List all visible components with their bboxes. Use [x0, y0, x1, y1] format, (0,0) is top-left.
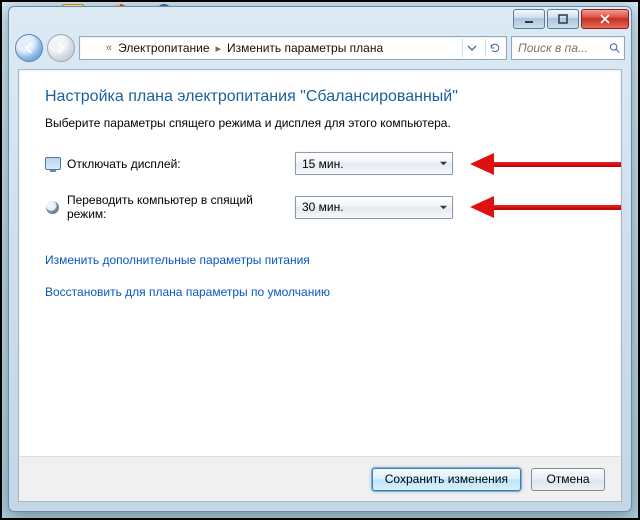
refresh-button[interactable]	[485, 39, 504, 57]
sleep-value: 30 мин.	[302, 200, 434, 214]
address-bar[interactable]: « Электропитание ▸ Изменить параметры пл…	[79, 36, 507, 60]
navigation-bar: « Электропитание ▸ Изменить параметры пл…	[9, 31, 631, 65]
breadcrumb-parent[interactable]: Электропитание	[118, 41, 209, 55]
refresh-icon	[489, 42, 501, 54]
search-input[interactable]	[516, 40, 605, 56]
back-button[interactable]	[15, 34, 43, 62]
moon-icon	[45, 199, 61, 215]
titlebar	[9, 7, 631, 31]
links-block: Изменить дополнительные параметры питани…	[45, 245, 595, 299]
content-inner: Настройка плана электропитания "Сбаланси…	[19, 70, 621, 456]
save-button[interactable]: Сохранить изменения	[372, 468, 521, 491]
maximize-button[interactable]	[547, 9, 579, 29]
desktop-background: « Электропитание ▸ Изменить параметры пл…	[0, 0, 640, 520]
close-icon	[600, 14, 610, 24]
cancel-button[interactable]: Отмена	[531, 468, 605, 491]
chevron-double-left-icon: «	[104, 42, 114, 54]
annotation-arrow	[470, 197, 621, 217]
chevron-right-icon: ▸	[214, 42, 224, 55]
display-off-label: Отключать дисплей:	[67, 157, 181, 171]
forward-button[interactable]	[47, 34, 75, 62]
minimize-icon	[524, 14, 534, 24]
chevron-down-icon	[467, 43, 477, 53]
address-dropdown-button[interactable]	[462, 39, 481, 57]
monitor-icon	[45, 156, 61, 172]
close-button[interactable]	[581, 9, 629, 29]
content-panel: Настройка плана электропитания "Сбаланси…	[18, 69, 622, 502]
display-off-dropdown[interactable]: 15 мин.	[295, 152, 453, 175]
annotation-arrow	[470, 154, 621, 174]
setting-row-sleep: Переводить компьютер в спящий режим: 30 …	[45, 193, 595, 221]
footer-bar: Сохранить изменения Отмена	[19, 456, 621, 501]
chevron-down-icon	[434, 153, 452, 174]
restore-defaults-link[interactable]: Восстановить для плана параметры по умол…	[45, 285, 330, 299]
explorer-window: « Электропитание ▸ Изменить параметры пл…	[8, 6, 632, 512]
arrow-right-icon	[54, 41, 68, 55]
sleep-label: Переводить компьютер в спящий режим:	[67, 193, 295, 221]
sleep-dropdown[interactable]: 30 мин.	[295, 196, 453, 219]
search-box[interactable]	[511, 36, 625, 60]
advanced-settings-link[interactable]: Изменить дополнительные параметры питани…	[45, 253, 310, 267]
minimize-button[interactable]	[513, 9, 545, 29]
maximize-icon	[558, 14, 568, 24]
chevron-down-icon	[434, 197, 452, 218]
search-icon	[609, 41, 620, 55]
arrow-left-icon	[22, 41, 36, 55]
breadcrumb-current[interactable]: Изменить параметры плана	[227, 41, 383, 55]
display-off-value: 15 мин.	[302, 157, 434, 171]
page-title: Настройка плана электропитания "Сбаланси…	[45, 88, 595, 106]
power-options-icon	[84, 40, 100, 56]
setting-row-display: Отключать дисплей: 15 мин.	[45, 152, 595, 175]
page-subtitle: Выберите параметры спящего режима и дисп…	[45, 116, 595, 130]
